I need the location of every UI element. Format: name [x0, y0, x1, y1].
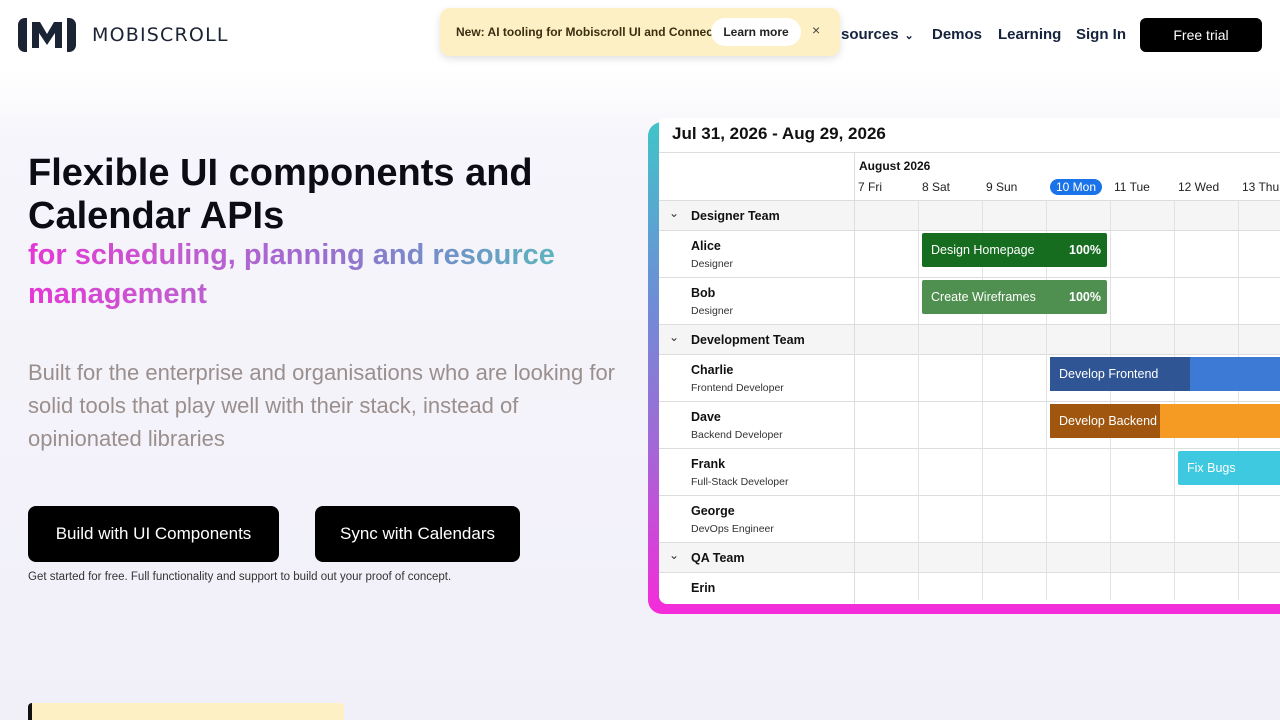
- day-header: 12 Wed: [1178, 180, 1220, 194]
- chevron-down-icon[interactable]: ⌄: [669, 548, 679, 562]
- event-progress: 100%: [1069, 243, 1101, 257]
- nav-resources[interactable]: sources ⌄: [841, 26, 914, 43]
- resource-column-divider: [854, 152, 855, 604]
- hero-title: Flexible UI components and Calendar APIs: [28, 152, 533, 237]
- event-title: Design Homepage: [931, 243, 1035, 257]
- timeline-calendar: Jul 31, 2026 - Aug 29, 2026 August 2026 …: [659, 118, 1280, 604]
- resource-name: Frank: [691, 457, 726, 471]
- group-row[interactable]: ⌄ Designer Team: [659, 200, 1280, 230]
- resource-name: Erin: [691, 581, 716, 595]
- chevron-down-icon[interactable]: ⌄: [669, 330, 679, 344]
- event-progress: 100%: [1069, 290, 1101, 304]
- resource-name: Charlie: [691, 363, 734, 377]
- group-label: Development Team: [691, 333, 805, 347]
- grid-line: [918, 200, 919, 600]
- day-header: 13 Thu: [1242, 180, 1280, 194]
- event-bar[interactable]: Develop Frontend: [1050, 357, 1280, 391]
- day-header: 9 Sun: [986, 180, 1018, 194]
- chevron-down-icon[interactable]: ⌄: [669, 206, 679, 220]
- event-bar[interactable]: Create Wireframes 100%: [922, 280, 1107, 314]
- event-bar[interactable]: Fix Bugs: [1178, 451, 1280, 485]
- resource-role: Designer: [691, 305, 734, 317]
- close-icon[interactable]: ×: [812, 22, 820, 38]
- bottom-card: [28, 703, 344, 720]
- month-label: August 2026: [859, 159, 931, 173]
- hero-description: Built for the enterprise and organisatio…: [28, 360, 616, 451]
- resource-role: Backend Developer: [691, 429, 783, 441]
- banner-text: New: AI tooling for Mobiscroll UI and Co…: [456, 25, 717, 39]
- timeline-header: August 2026 7 Fri 8 Sat 9 Sun 10 Mon 11 …: [659, 152, 1280, 200]
- announcement-banner: New: AI tooling for Mobiscroll UI and Co…: [440, 8, 840, 56]
- day-header: 7 Fri: [858, 180, 882, 194]
- learn-more-button[interactable]: Learn more: [711, 18, 801, 46]
- chevron-down-icon: ⌄: [904, 30, 914, 42]
- hero-subtitle: for scheduling, planning and resource ma…: [28, 236, 588, 314]
- free-trial-button[interactable]: Free trial: [1140, 18, 1262, 52]
- resource-name: Dave: [691, 410, 721, 424]
- group-row[interactable]: ⌄ Development Team: [659, 324, 1280, 354]
- nav-learning[interactable]: Learning: [998, 26, 1061, 43]
- resource-row: George DevOps Engineer: [659, 495, 1280, 542]
- resource-role: Frontend Developer: [691, 382, 784, 394]
- grid-line: [1238, 200, 1239, 600]
- day-header-today[interactable]: 10 Mon: [1046, 179, 1110, 195]
- today-badge: 10 Mon: [1050, 179, 1103, 195]
- site-header: MOBISCROLL sources ⌄ Demos Learning Sign …: [0, 0, 1280, 70]
- group-label: Designer Team: [691, 209, 780, 223]
- event-title: Create Wireframes: [931, 290, 1036, 304]
- calendar-range: Jul 31, 2026 - Aug 29, 2026: [672, 124, 886, 143]
- day-header: 11 Tue: [1114, 180, 1150, 194]
- grid-line: [1110, 200, 1111, 600]
- nav-demos[interactable]: Demos: [932, 26, 982, 43]
- event-bar[interactable]: Design Homepage 100%: [922, 233, 1107, 267]
- nav-resources-label: sources: [841, 26, 899, 43]
- resource-name: Alice: [691, 239, 721, 253]
- group-label: QA Team: [691, 551, 745, 565]
- build-ui-components-button[interactable]: Build with UI Components: [28, 506, 279, 562]
- sync-calendars-button[interactable]: Sync with Calendars: [315, 506, 520, 562]
- event-title: Develop Backend: [1059, 414, 1157, 428]
- grid-line: [1174, 200, 1175, 600]
- event-title: Develop Frontend: [1059, 367, 1159, 381]
- group-row[interactable]: ⌄ QA Team: [659, 542, 1280, 572]
- resource-role: Designer: [691, 258, 734, 270]
- resource-role: Full-Stack Developer: [691, 476, 789, 488]
- resource-name: George: [691, 504, 735, 518]
- event-bar[interactable]: Develop Backend: [1050, 404, 1280, 438]
- resource-name: Bob: [691, 286, 716, 300]
- hero-note: Get started for free. Full functionality…: [28, 571, 452, 583]
- resource-role: DevOps Engineer: [691, 523, 774, 535]
- resource-row: Erin: [659, 572, 1280, 604]
- event-title: Fix Bugs: [1187, 461, 1236, 475]
- nav-sign-in[interactable]: Sign In: [1076, 26, 1126, 43]
- day-header: 8 Sat: [922, 180, 951, 194]
